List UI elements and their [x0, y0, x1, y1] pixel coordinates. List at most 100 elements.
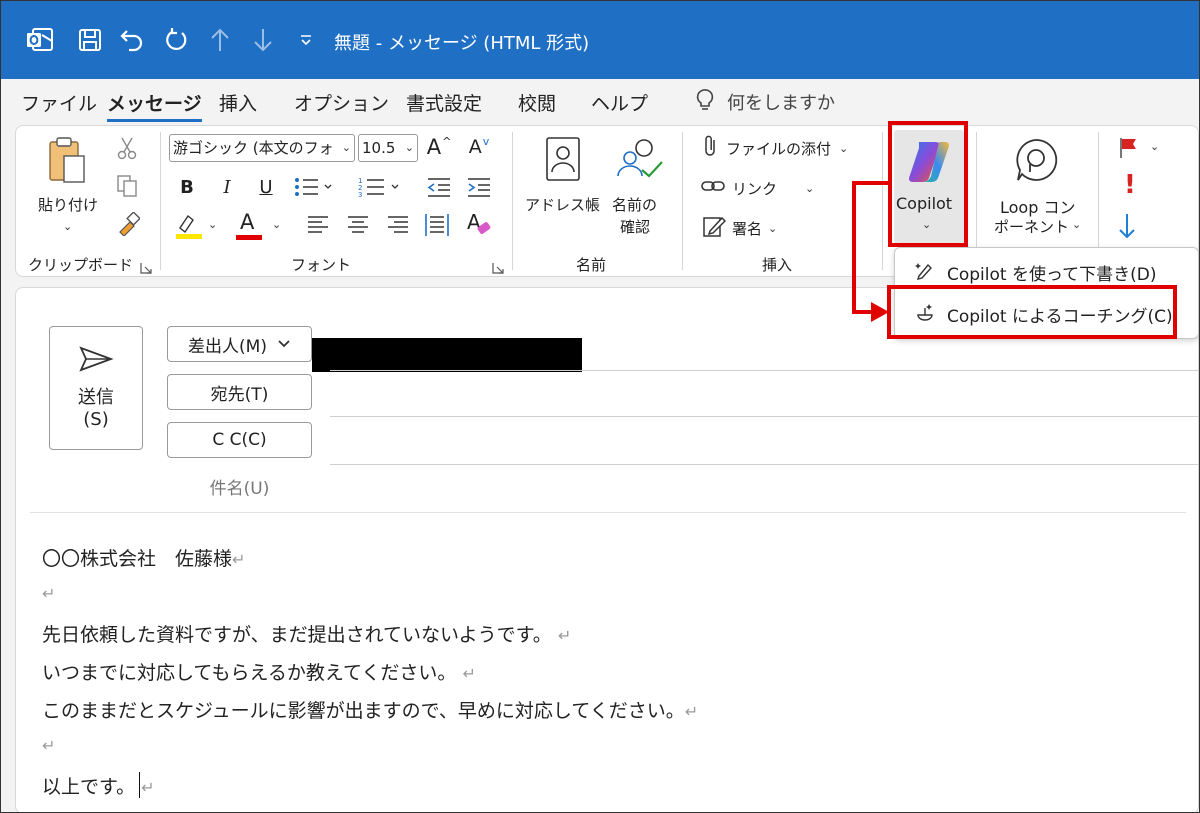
underline-button[interactable]: U — [253, 173, 279, 201]
coaching-highlight-box — [887, 285, 1177, 339]
grow-font-button[interactable]: A ^ — [424, 132, 454, 162]
undo-icon[interactable] — [117, 25, 147, 55]
body-line-5[interactable]: このままだとスケジュールに影響が出ますので、早めに対応してください。↵ — [42, 696, 698, 723]
names-group-label: 名前 — [576, 256, 607, 274]
body-line-2[interactable]: ↵ — [42, 582, 55, 604]
redacted-from-address — [312, 338, 582, 372]
font-color-chevron-icon[interactable]: ⌄ — [272, 218, 281, 231]
to-field[interactable] — [330, 416, 1199, 417]
numbering-icon[interactable]: 123 — [358, 176, 402, 202]
font-color-button[interactable]: A — [234, 210, 264, 240]
grow-font-glyph: A — [426, 135, 442, 159]
font-name-chevron-icon: ⌄ — [339, 135, 351, 161]
font-size-select[interactable]: 10.5 ⌄ — [358, 134, 418, 162]
cut-icon[interactable] — [116, 136, 138, 164]
body-line-4[interactable]: いつまでに対応してもらえるか教えてください。 ↵ — [42, 658, 476, 685]
increase-indent-icon[interactable] — [466, 176, 492, 202]
to-button[interactable]: 宛先(T) — [167, 374, 312, 410]
ribbon-separator — [882, 132, 883, 270]
body-line-3[interactable]: 先日依頼した資料ですが、まだ提出されていないようです。 ↵ — [42, 620, 571, 647]
cc-field[interactable] — [330, 464, 1199, 465]
low-importance-icon[interactable] — [1118, 212, 1136, 244]
outlook-compose-window: 無題 - メッセージ (HTML 形式) ファイル メッセージ 挿入 オプション… — [0, 0, 1200, 813]
paragraph-mark: ↵ — [42, 736, 56, 755]
from-button[interactable]: 差出人(M) — [167, 326, 312, 362]
link-chevron-icon: ⌄ — [805, 181, 815, 195]
attach-file-label: ファイルの添付 — [726, 139, 832, 158]
loop-label-1: Loop コン — [1000, 198, 1076, 217]
font-dialog-launcher-icon[interactable] — [492, 259, 504, 278]
clipboard-icon — [46, 136, 88, 190]
align-right-icon[interactable] — [386, 214, 410, 240]
link-button[interactable]: リンク ⌄ — [700, 174, 814, 202]
subject-field-divider[interactable] — [30, 512, 1186, 513]
tab-file[interactable]: ファイル — [21, 89, 97, 116]
font-size-value: 10.5 — [362, 139, 396, 157]
font-color-glyph: A — [240, 210, 255, 234]
attach-file-button[interactable]: ファイルの添付 ⌄ — [702, 134, 872, 162]
clear-formatting-button[interactable]: A — [464, 210, 494, 240]
address-book-icon — [544, 136, 582, 186]
tab-message[interactable]: メッセージ — [107, 89, 202, 122]
tab-format-text[interactable]: 書式設定 — [406, 89, 482, 116]
loop-component-button[interactable]: Loop コン ポーネント ⌄ — [988, 132, 1088, 244]
loop-chevron-icon: ⌄ — [1072, 218, 1082, 231]
align-left-icon[interactable] — [306, 214, 330, 240]
svg-text:3: 3 — [358, 191, 362, 198]
send-label: 送信 (S) — [78, 387, 114, 431]
bullets-icon[interactable] — [294, 176, 334, 202]
body-line-1[interactable]: 〇〇株式会社 佐藤様↵ — [42, 544, 245, 571]
save-icon[interactable] — [75, 25, 105, 55]
check-names-label-2: 確認 — [620, 218, 651, 236]
send-label-line1: 送信 — [78, 387, 114, 408]
ribbon-separator — [682, 132, 683, 270]
copy-icon[interactable] — [116, 174, 138, 202]
highlighter-chevron-icon[interactable]: ⌄ — [208, 218, 217, 231]
body-line-1-text: 〇〇株式会社 佐藤様 — [42, 548, 233, 570]
draft-pen-icon — [915, 260, 935, 285]
justify-icon[interactable] — [424, 212, 450, 242]
callout-line-vertical — [852, 181, 856, 314]
outlook-icon[interactable] — [25, 25, 55, 55]
align-center-icon[interactable] — [346, 214, 370, 240]
decrease-indent-icon[interactable] — [426, 176, 452, 202]
up-arrow-icon[interactable] — [205, 25, 235, 55]
shrink-font-button[interactable]: Av — [464, 132, 494, 162]
send-icon — [78, 345, 114, 379]
font-name-select[interactable]: 游ゴシック (本文のフォ ⌄ — [169, 134, 355, 162]
follow-up-flag-icon[interactable] — [1118, 136, 1140, 164]
follow-up-chevron-icon[interactable]: ⌄ — [1150, 140, 1159, 153]
paste-button[interactable]: 貼り付け ⌄ — [26, 132, 106, 244]
body-line-3-text: 先日依頼した資料ですが、まだ提出されていないようです。 — [42, 624, 552, 646]
format-painter-icon[interactable] — [116, 211, 141, 240]
tab-insert[interactable]: 挿入 — [219, 89, 257, 116]
tab-help[interactable]: ヘルプ — [591, 89, 648, 116]
bold-button[interactable]: B — [174, 173, 200, 201]
cc-button[interactable]: C C(C) — [167, 422, 312, 458]
paragraph-mark: ↵ — [42, 584, 56, 603]
check-names-button[interactable]: 名前の 確認 — [608, 132, 668, 244]
paste-label: 貼り付け — [38, 196, 99, 214]
text-cursor — [139, 772, 141, 798]
clipboard-dialog-launcher-icon[interactable] — [140, 259, 152, 278]
tab-review[interactable]: 校閲 — [518, 89, 556, 116]
address-book-button[interactable]: アドレス帳 — [522, 132, 604, 244]
compose-area: 送信 (S) 差出人(M) 宛先(T) C C(C) 件名(U) 〇〇株式会社 佐… — [15, 287, 1199, 812]
signature-chevron-icon: ⌄ — [768, 221, 778, 235]
italic-button[interactable]: I — [214, 173, 240, 201]
send-button[interactable]: 送信 (S) — [49, 326, 143, 450]
tell-me-search[interactable]: 何をしますか — [695, 87, 835, 117]
insert-group-label: 挿入 — [762, 256, 793, 274]
paragraph-mark: ↵ — [232, 550, 246, 569]
paperclip-icon — [702, 134, 718, 162]
body-line-7[interactable]: 以上です。 ↵ — [42, 772, 155, 799]
signature-label: 署名 — [732, 219, 763, 238]
tab-options[interactable]: オプション — [294, 89, 389, 116]
body-line-6[interactable]: ↵ — [42, 734, 55, 756]
highlighter-icon[interactable] — [174, 212, 204, 244]
redo-icon[interactable] — [161, 25, 191, 55]
signature-button[interactable]: 署名 ⌄ — [702, 214, 802, 242]
down-arrow-icon[interactable] — [248, 25, 278, 55]
high-importance-icon[interactable]: ! — [1124, 170, 1136, 200]
customize-icon[interactable] — [293, 25, 319, 55]
